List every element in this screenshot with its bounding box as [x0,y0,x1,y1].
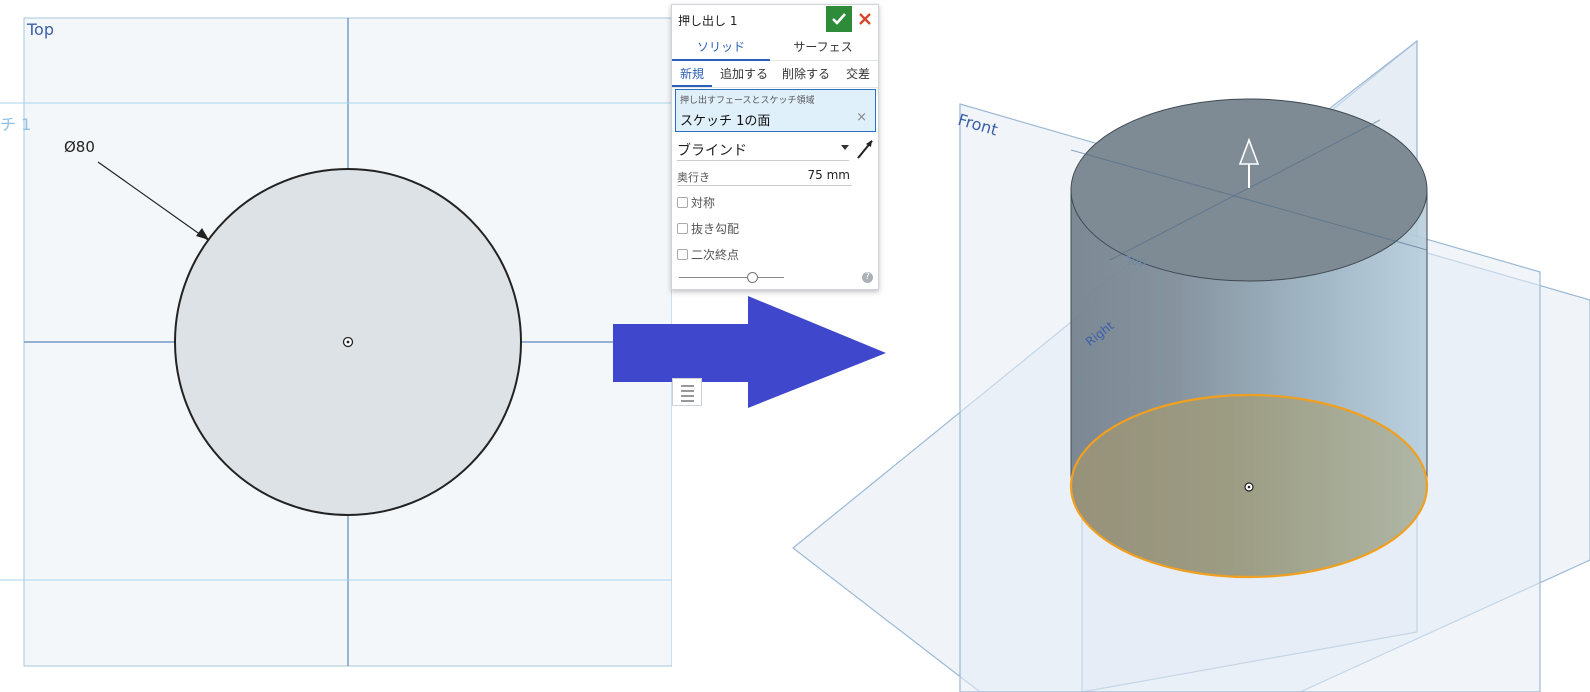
sketch-canvas [0,17,672,667]
model-canvas [792,39,1590,692]
clear-selection-icon[interactable]: × [856,110,867,125]
draft-checkbox[interactable] [677,223,688,234]
list-icon [681,385,694,402]
draft-label: 抜き勾配 [691,222,740,236]
plane-label-top: Top [27,20,54,39]
help-icon[interactable]: ? [862,272,873,283]
tab-intersect[interactable]: 交差 [840,61,876,87]
check-icon [832,13,846,25]
dialog-title: 押し出し 1 [678,14,738,28]
origin-point-icon[interactable] [1244,482,1254,492]
tab-new[interactable]: 新規 [672,61,712,87]
slider-track [679,277,784,278]
feature-list-button[interactable] [672,378,702,406]
plane-label-top-3d: Top [1126,254,1147,268]
cancel-button[interactable] [854,6,876,32]
end-type-value: ブラインド [677,143,747,159]
tab-surface[interactable]: サーフェス [774,34,872,60]
accept-button[interactable] [826,6,852,32]
model-viewport[interactable]: Front Right Top [780,0,1590,692]
selection-value: スケッチ 1の面 [680,114,771,129]
second-end-checkbox[interactable] [677,249,688,260]
chevron-down-icon [841,145,849,150]
draft-option[interactable]: 抜き勾配 [677,219,867,237]
selection-label: 押し出すフェースとスケッチ領域 [680,96,815,106]
diameter-dimension[interactable]: Ø80 [64,138,95,156]
close-icon [859,13,871,25]
face-selection-field[interactable]: 押し出すフェースとスケッチ領域 スケッチ 1の面 × [675,89,876,132]
second-end-label: 二次終点 [691,248,740,262]
tab-add[interactable]: 追加する [716,61,772,87]
cylinder-top-face[interactable] [1070,98,1428,282]
symmetric-label: 対称 [691,196,716,210]
sketch-viewport[interactable]: Top チ 1 Ø80 [0,0,672,692]
depth-value[interactable]: 75 mm [808,168,850,182]
dialog-header: 押し出し 1 [672,5,878,33]
flip-direction-icon [857,140,873,159]
extrude-dialog: 押し出し 1 ソリッド サーフェス 新規 追加する 削除する 交差 押し出すフェ… [671,4,879,290]
flip-direction-button[interactable] [855,138,875,160]
operation-tabs: 新規 追加する 削除する 交差 [672,61,878,88]
end-type-dropdown[interactable]: ブラインド [677,138,849,161]
origin-point-icon[interactable] [342,336,354,348]
depth-field[interactable]: 奥行き 75 mm [677,167,852,186]
slider-thumb[interactable] [747,272,758,283]
second-end-option[interactable]: 二次終点 [677,245,867,263]
tab-solid[interactable]: ソリッド [672,34,770,61]
symmetric-option[interactable]: 対称 [677,193,867,211]
transition-arrow [613,296,886,408]
sketch-name-label: チ 1 [0,115,32,134]
depth-label: 奥行き [677,171,710,184]
body-type-tabs: ソリッド サーフェス [672,34,878,61]
preview-slider[interactable] [679,271,784,283]
symmetric-checkbox[interactable] [677,197,688,208]
tab-remove[interactable]: 削除する [778,61,834,87]
